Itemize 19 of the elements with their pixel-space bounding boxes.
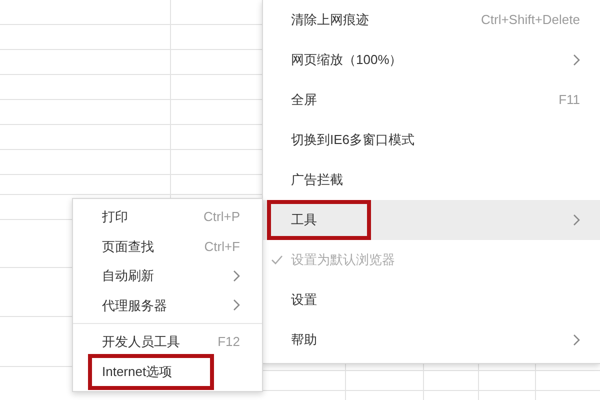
menu-item[interactable]: 页面查找 Ctrl+F xyxy=(73,232,262,261)
menu-item[interactable]: 全屏 F11 xyxy=(263,80,600,120)
menu-item[interactable]: 代理服务器 xyxy=(73,290,262,320)
menu-item[interactable]: 工具 xyxy=(263,200,600,240)
menu-item[interactable]: 切换到IE6多窗口模式 xyxy=(263,120,600,160)
menu-item[interactable]: 设置 xyxy=(263,280,600,320)
menu-item[interactable]: 帮助 xyxy=(263,320,600,360)
chevron-right-icon xyxy=(233,270,240,282)
chevron-right-icon xyxy=(573,214,580,226)
menu-item[interactable]: 广告拦截 xyxy=(263,160,600,200)
menu-item[interactable]: 开发人员工具 F12 xyxy=(73,327,262,356)
menu-item[interactable]: 清除上网痕迹 Ctrl+Shift+Delete xyxy=(263,0,600,40)
menu-item[interactable]: 自动刷新 xyxy=(73,261,262,290)
chevron-right-icon xyxy=(233,299,240,312)
menu-item[interactable]: Internet选项 xyxy=(73,356,262,386)
menu-item[interactable]: 网页缩放（100%） xyxy=(263,40,600,80)
chevron-right-icon xyxy=(573,334,580,346)
chevron-right-icon xyxy=(573,54,580,66)
menu-item[interactable]: 打印 Ctrl+P xyxy=(73,202,262,232)
